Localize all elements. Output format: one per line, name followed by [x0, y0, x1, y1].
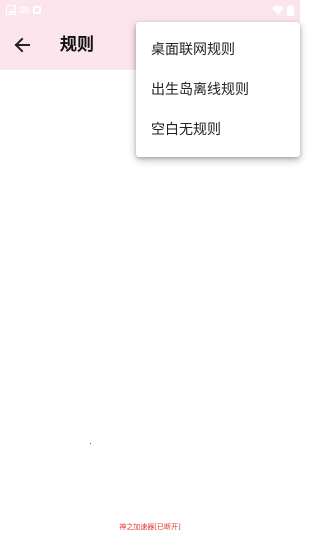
back-button[interactable]: [8, 31, 36, 59]
menu-item-blank-no-rule[interactable]: 空白无规则: [136, 110, 300, 150]
wifi-icon: [272, 5, 284, 15]
notification-icon: [33, 6, 42, 14]
page-title: 规则: [60, 35, 94, 55]
status-left: 30: [6, 3, 42, 17]
status-right: [272, 4, 294, 16]
accelerator-status: 神之加速器[已断开]: [119, 523, 181, 531]
menu-item-desktop-online[interactable]: 桌面联网规则: [136, 30, 300, 70]
battery-icon: [287, 4, 294, 16]
rules-menu: 桌面联网规则 出生岛离线规则 空白无规则: [136, 22, 300, 157]
status-time: 30: [19, 5, 30, 15]
stray-dot: [90, 443, 91, 444]
status-bar: 30: [0, 0, 300, 20]
menu-item-spawn-island-offline[interactable]: 出生岛离线规则: [136, 70, 300, 110]
image-icon: [6, 5, 16, 15]
arrow-left-icon: [14, 37, 30, 53]
